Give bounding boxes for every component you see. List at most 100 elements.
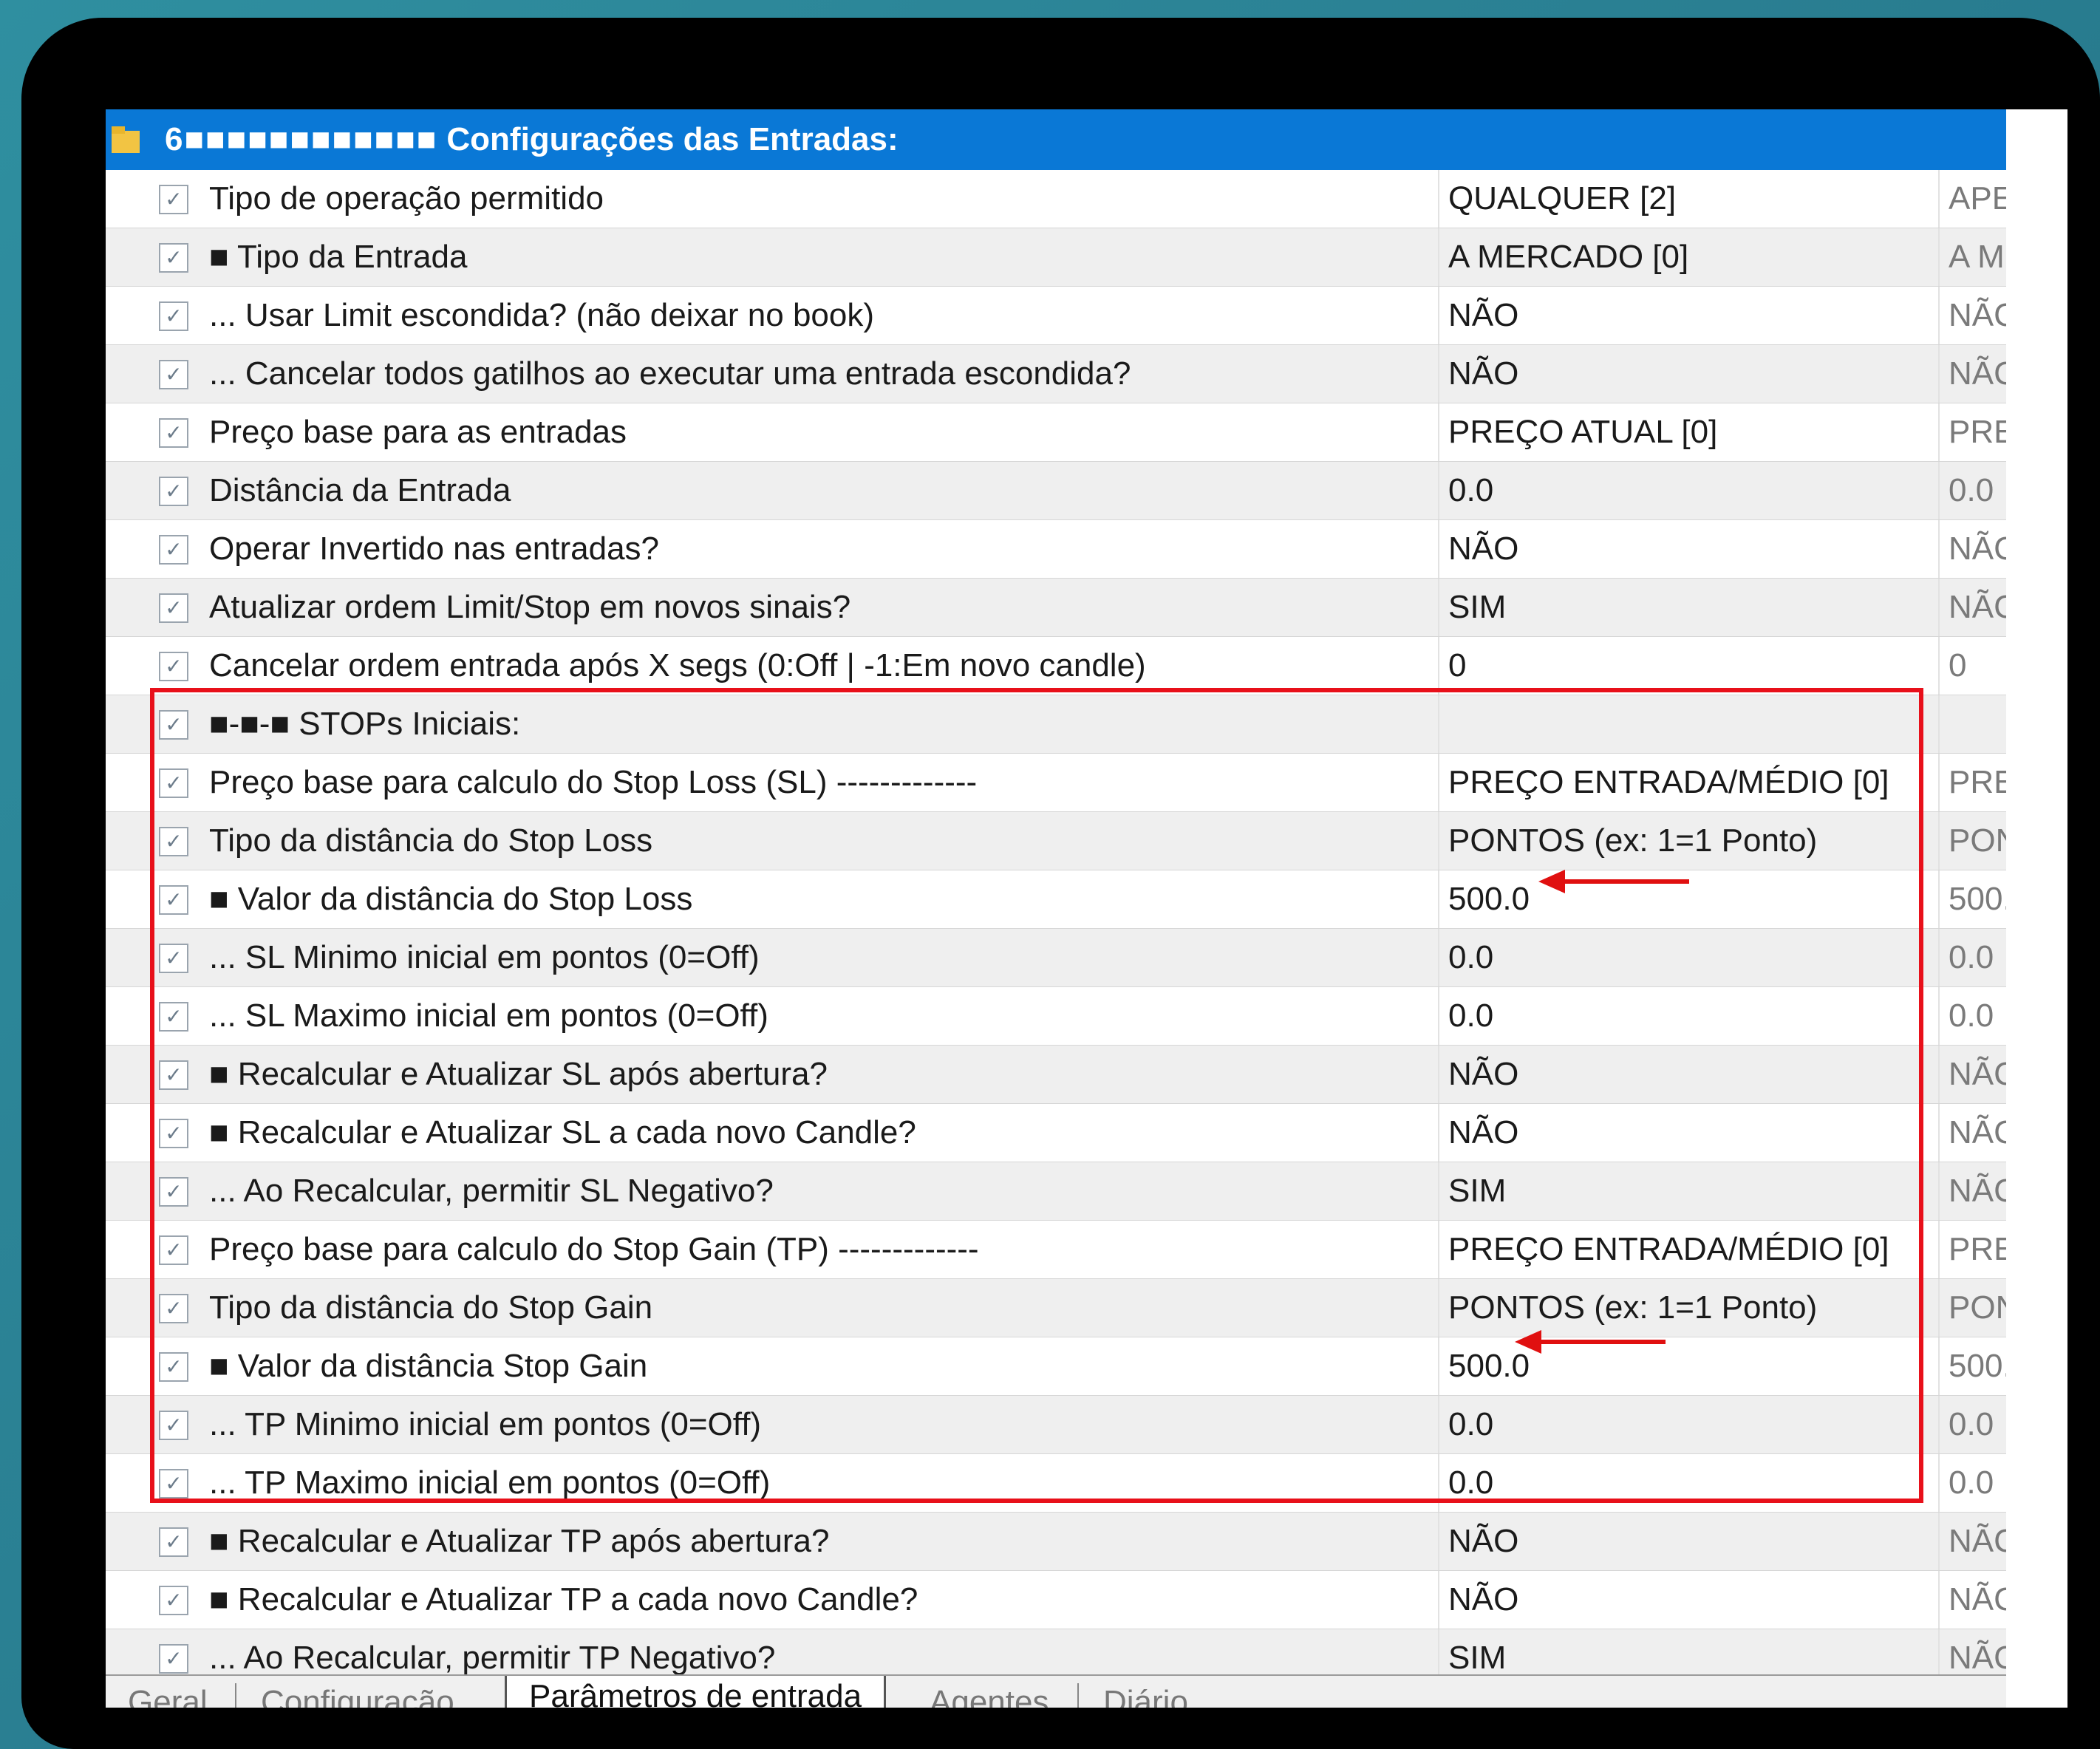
parameter-value[interactable]: 0.0 xyxy=(1438,1396,1493,1453)
checkbox[interactable]: ✓ xyxy=(159,1235,188,1265)
parameter-value[interactable]: PREÇO ENTRADA/MÉDIO [0] xyxy=(1438,1221,1889,1278)
checkbox[interactable]: ✓ xyxy=(159,1352,188,1382)
checkmark-icon: ✓ xyxy=(165,596,183,619)
parameter-value[interactable]: PONTOS (ex: 1=1 Ponto) xyxy=(1438,1279,1817,1337)
parameter-row[interactable]: ✓ Distância da Entrada 0.0 0.0 xyxy=(106,462,2006,520)
parameter-value[interactable]: 0.0 xyxy=(1438,987,1493,1045)
parameter-row[interactable]: ✓ Tipo da distância do Stop Gain PONTOS (e… xyxy=(106,1279,2006,1337)
parameter-value[interactable]: NÃO xyxy=(1438,1513,1518,1570)
checkbox[interactable]: ✓ xyxy=(159,185,188,214)
parameter-value[interactable]: 0 xyxy=(1438,637,1466,695)
parameter-row[interactable]: ✓ ■ Recalcular e Atualizar TP a cada novo… xyxy=(106,1571,2006,1629)
parameter-row[interactable]: ✓ Operar Invertido nas entradas? NÃO NÃC xyxy=(106,520,2006,579)
checkbox[interactable]: ✓ xyxy=(159,885,188,915)
checkbox[interactable]: ✓ xyxy=(159,593,188,623)
parameter-value[interactable]: NÃO xyxy=(1438,1046,1518,1103)
tab-agentes[interactable]: Agentes xyxy=(907,1680,1071,1708)
checkbox[interactable]: ✓ xyxy=(159,418,188,448)
checkbox[interactable]: ✓ xyxy=(159,1469,188,1499)
checkmark-icon: ✓ xyxy=(165,1122,183,1145)
tab-parametros-de-entrada[interactable]: Parâmetros de entrada xyxy=(505,1676,887,1708)
parameter-default-value: NÃC xyxy=(1938,1104,2006,1162)
parameter-row[interactable]: ✓ ■ Recalcular e Atualizar SL após abertu… xyxy=(106,1046,2006,1104)
parameter-value[interactable]: 0.0 xyxy=(1438,462,1493,519)
checkmark-icon: ✓ xyxy=(165,1180,183,1203)
checkmark-icon: ✓ xyxy=(165,1414,183,1436)
checkbox[interactable]: ✓ xyxy=(159,1411,188,1440)
checkbox[interactable]: ✓ xyxy=(159,768,188,798)
parameter-row[interactable]: ✓ ... Usar Limit escondida? (não deixar n… xyxy=(106,287,2006,345)
checkbox[interactable]: ✓ xyxy=(159,1119,188,1148)
parameter-row[interactable]: ✓ ■ Tipo da Entrada A MERCADO [0] A MI xyxy=(106,228,2006,287)
tab-diario[interactable]: Diário xyxy=(1081,1680,1210,1708)
parameter-value[interactable] xyxy=(1438,695,1448,753)
parameter-row[interactable]: ✓■ Valor da distância Stop Gain500.0500.… xyxy=(106,1337,2006,1396)
checkbox[interactable]: ✓ xyxy=(159,1644,188,1674)
tab-geral[interactable]: Geral xyxy=(106,1680,230,1708)
parameter-row[interactable]: ✓ ... SL Maximo inicial em pontos (0=Off)… xyxy=(106,987,2006,1046)
parameter-row[interactable]: ✓ ■ Recalcular e Atualizar SL a cada novo… xyxy=(106,1104,2006,1162)
checkbox[interactable]: ✓ xyxy=(159,301,188,331)
parameter-value[interactable]: A MERCADO [0] xyxy=(1438,228,1688,286)
checkbox[interactable]: ✓ xyxy=(159,360,188,389)
parameter-row[interactable]: ✓ Tipo da distância do Stop Loss PONTOS (e… xyxy=(106,812,2006,870)
parameter-value[interactable]: 0.0 xyxy=(1438,1454,1493,1512)
parameter-value[interactable]: SIM xyxy=(1438,579,1506,636)
parameter-row[interactable]: ✓ Preço base para calculo do Stop Gain (T… xyxy=(106,1221,2006,1279)
parameter-name: Operar Invertido nas entradas? xyxy=(209,531,660,567)
checkbox[interactable]: ✓ xyxy=(159,1527,188,1557)
checkbox[interactable]: ✓ xyxy=(159,1586,188,1615)
checkbox[interactable]: ✓ xyxy=(159,535,188,565)
parameter-row[interactable]: ✓ ... TP Minimo inicial em pontos (0=Off)… xyxy=(106,1396,2006,1454)
section-header-prefix: 6■■■■■■■■■■■■ xyxy=(165,121,438,157)
parameter-value[interactable]: PREÇO ENTRADA/MÉDIO [0] xyxy=(1438,754,1889,811)
checkbox[interactable]: ✓ xyxy=(159,710,188,740)
parameter-value[interactable]: NÃO xyxy=(1438,345,1518,403)
tab-separator xyxy=(235,1683,236,1708)
parameter-name: ... Ao Recalcular, permitir SL Negativo? xyxy=(209,1173,774,1209)
checkmark-icon: ✓ xyxy=(165,480,183,502)
parameter-row[interactable]: ✓ Atualizar ordem Limit/Stop em novos sin… xyxy=(106,579,2006,637)
section-header[interactable]: 6■■■■■■■■■■■■ Configurações das Entradas… xyxy=(106,109,2006,170)
parameter-row[interactable]: ✓ ... SL Minimo inicial em pontos (0=Off)… xyxy=(106,929,2006,987)
parameter-row[interactable]: ✓ Cancelar ordem entrada após X segs (0:O… xyxy=(106,637,2006,695)
parameter-default-value: 0.0 xyxy=(1938,1396,2006,1453)
parameter-row[interactable]: ✓ ■ Valor da distância do Stop Loss 500.0 5… xyxy=(106,870,2006,929)
checkbox[interactable]: ✓ xyxy=(159,1177,188,1207)
parameter-row[interactable]: ✓ ■-■-■ STOPs Iniciais: xyxy=(106,695,2006,754)
checkbox[interactable]: ✓ xyxy=(159,1060,188,1090)
parameter-row[interactable]: ✓ Preço base para calculo do Stop Loss (S… xyxy=(106,754,2006,812)
parameter-name: ■ Tipo da Entrada xyxy=(209,239,468,275)
checkbox[interactable]: ✓ xyxy=(159,477,188,506)
parameter-row[interactable]: ✓ ... Ao Recalcular, permitir SL Negativo… xyxy=(106,1162,2006,1221)
parameter-row[interactable]: ✓ Preço base para as entradas PREÇO ATUAL … xyxy=(106,403,2006,462)
parameter-name: Preço base para calculo do Stop Gain (TP… xyxy=(209,1231,979,1267)
checkbox[interactable]: ✓ xyxy=(159,944,188,973)
tab-configuracao[interactable]: Configuração xyxy=(239,1680,477,1708)
parameter-list: ✓ Tipo de operação permitido QUALQUER [2] A… xyxy=(106,170,2006,1688)
parameter-row[interactable]: ✓ ■ Recalcular e Atualizar TP após abertu… xyxy=(106,1513,2006,1571)
parameter-value[interactable]: NÃO xyxy=(1438,1104,1518,1162)
parameter-value[interactable]: NÃO xyxy=(1438,520,1518,578)
parameter-name: Atualizar ordem Limit/Stop em novos sina… xyxy=(209,589,851,625)
parameter-value[interactable]: 500.0 xyxy=(1438,870,1530,928)
parameter-value[interactable]: QUALQUER [2] xyxy=(1438,170,1676,228)
parameter-value[interactable]: 0.0 xyxy=(1438,929,1493,986)
checkmark-icon: ✓ xyxy=(165,655,183,678)
parameter-value[interactable]: PONTOS (ex: 1=1 Ponto) xyxy=(1438,812,1817,870)
parameter-row[interactable]: ✓ Tipo de operação permitido QUALQUER [2] A… xyxy=(106,170,2006,228)
checkbox[interactable]: ✓ xyxy=(159,827,188,856)
parameter-value[interactable]: NÃO xyxy=(1438,1571,1518,1629)
parameter-row[interactable]: ✓ ... Cancelar todos gatilhos ao executar… xyxy=(106,345,2006,403)
parameter-name: Tipo de operação permitido xyxy=(209,180,604,217)
checkmark-icon: ✓ xyxy=(165,1238,183,1261)
parameter-value[interactable]: PREÇO ATUAL [0] xyxy=(1438,403,1717,461)
checkbox[interactable]: ✓ xyxy=(159,652,188,681)
parameter-row[interactable]: ✓ ... TP Maximo inicial em pontos (0=Off)… xyxy=(106,1454,2006,1513)
parameter-value[interactable]: SIM xyxy=(1438,1162,1506,1220)
parameter-value[interactable]: NÃO xyxy=(1438,287,1518,344)
checkbox[interactable]: ✓ xyxy=(159,243,188,273)
checkbox[interactable]: ✓ xyxy=(159,1002,188,1032)
parameter-name: Cancelar ordem entrada após X segs (0:Of… xyxy=(209,647,1146,683)
checkbox[interactable]: ✓ xyxy=(159,1294,188,1323)
